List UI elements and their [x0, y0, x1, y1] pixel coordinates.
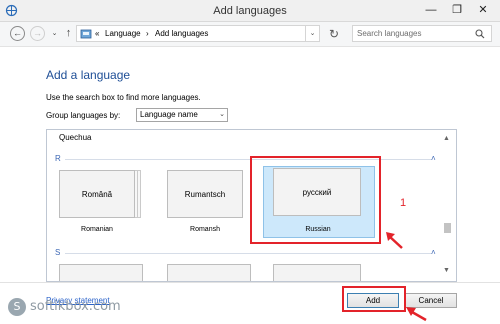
tile-native-name: Rumantsch [184, 189, 226, 199]
annotation-arrow-icon [386, 232, 403, 249]
language-tile-partial[interactable] [167, 264, 251, 281]
breadcrumb-item-add-languages[interactable]: Add languages [155, 29, 208, 38]
scroll-down-icon[interactable]: ▼ [443, 267, 450, 274]
minimize-button[interactable]: — [420, 2, 442, 18]
search-icon[interactable] [475, 29, 485, 39]
page-title: Add a language [46, 68, 131, 82]
annotation-step-number: 1 [400, 197, 407, 209]
tile-native-name: Română [81, 189, 113, 199]
recent-locations-dropdown[interactable]: ⌄ [47, 26, 62, 41]
footer-divider [0, 282, 500, 283]
address-bar: ← → ⌄ ↑ « Language › Add languages ⌄ ↻ [0, 22, 500, 47]
title-bar: Add languages — ❐ ✕ [0, 0, 500, 22]
up-button[interactable]: ↑ [61, 26, 76, 41]
address-history-dropdown[interactable]: ⌄ [306, 25, 320, 42]
breadcrumb[interactable]: « Language › Add languages [76, 25, 306, 42]
search-input[interactable] [352, 25, 492, 42]
tile-english-name: Romansh [190, 226, 220, 233]
section-letter-r: R [55, 154, 61, 163]
section-letter-s: S [55, 248, 61, 257]
collapse-section-icon[interactable]: ˄ [431, 248, 436, 257]
chevron-down-icon: ⌄ [219, 111, 225, 118]
search-hint: Use the search box to find more language… [46, 93, 201, 102]
language-tile-romansh[interactable]: Rumantsch [167, 170, 243, 218]
breadcrumb-root-chevron[interactable]: « [95, 29, 99, 38]
scroll-up-icon[interactable]: ▲ [443, 135, 450, 142]
language-tile-romanian[interactable]: Română [59, 170, 135, 218]
scrollbar[interactable]: ▲ ▼ [443, 135, 452, 277]
group-by-select[interactable]: Language name ⌄ [136, 108, 228, 122]
language-tile-partial[interactable] [59, 264, 143, 281]
section-divider [65, 253, 432, 254]
list-item-quechua[interactable]: Quechua [59, 133, 91, 142]
maximize-button[interactable]: ❐ [446, 2, 468, 18]
annotation-arrow-icon [406, 307, 427, 322]
watermark-text: softikbox.com [30, 299, 121, 314]
group-by-value: Language name [140, 110, 198, 119]
tile-english-name: Romanian [81, 226, 113, 233]
breadcrumb-item-language[interactable]: Language [105, 29, 141, 38]
refresh-button[interactable]: ↻ [324, 26, 344, 42]
control-panel-icon [80, 29, 92, 39]
annotation-highlight-russian [250, 156, 381, 244]
annotation-highlight-add [342, 286, 406, 312]
group-by-label: Group languages by: [46, 111, 121, 120]
back-button[interactable]: ← [10, 26, 25, 41]
watermark-logo-icon: S [8, 298, 26, 316]
breadcrumb-separator[interactable]: › [146, 29, 149, 38]
language-tile-partial[interactable] [273, 264, 361, 281]
scrollbar-thumb[interactable] [444, 223, 451, 233]
forward-button[interactable]: → [30, 26, 45, 41]
close-button[interactable]: ✕ [472, 2, 494, 18]
collapse-section-icon[interactable]: ˄ [431, 154, 436, 163]
watermark: S softikbox.com [6, 296, 136, 320]
